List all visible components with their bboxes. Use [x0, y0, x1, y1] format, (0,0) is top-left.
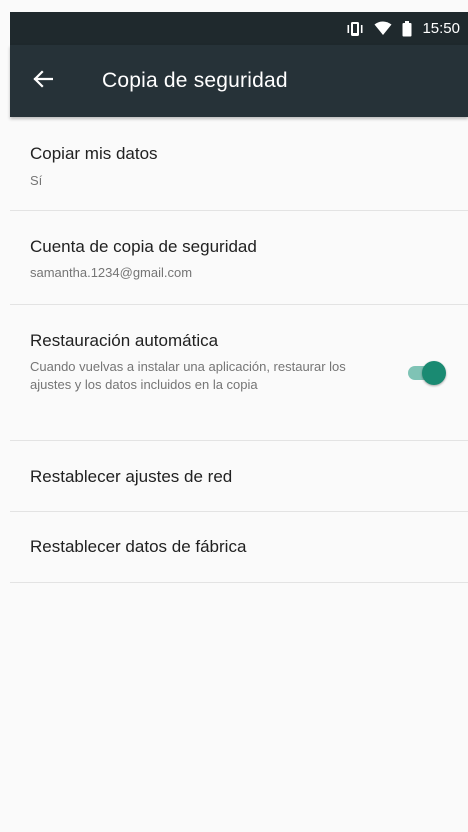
setting-automatic-restore[interactable]: Restauración automática Cuando vuelvas a…: [10, 305, 468, 441]
battery-icon: [402, 20, 412, 37]
setting-title: Restablecer datos de fábrica: [30, 537, 247, 556]
setting-title: Copiar mis datos: [30, 144, 158, 163]
wifi-icon: [374, 21, 392, 36]
status-bar: 15:50: [10, 12, 468, 45]
status-time: 15:50: [422, 20, 460, 37]
back-button[interactable]: [28, 66, 58, 96]
setting-title: Restablecer ajustes de red: [30, 467, 233, 486]
setting-reset-network[interactable]: Restablecer ajustes de red: [10, 441, 468, 512]
screen: 15:50 Copia de seguridad Copiar mis dato…: [0, 0, 468, 832]
status-icons: 15:50: [346, 12, 460, 45]
setting-factory-reset[interactable]: Restablecer datos de fábrica: [10, 512, 468, 583]
setting-summary: Sí: [30, 173, 43, 188]
setting-copy-my-data[interactable]: Copiar mis datos Sí: [10, 117, 468, 211]
vibrate-icon: [346, 21, 364, 37]
page-title: Copia de seguridad: [102, 69, 288, 92]
arrow-back-icon: [33, 69, 54, 93]
setting-summary: Cuando vuelvas a instalar una aplicación…: [30, 359, 346, 392]
settings-list: Copiar mis datos Sí Cuenta de copia de s…: [10, 117, 468, 583]
setting-title: Cuenta de copia de seguridad: [30, 237, 257, 256]
setting-summary: samantha.1234@gmail.com: [30, 265, 193, 280]
automatic-restore-toggle[interactable]: [406, 361, 446, 385]
app-bar: Copia de seguridad: [10, 45, 468, 117]
setting-backup-account[interactable]: Cuenta de copia de seguridad samantha.12…: [10, 211, 468, 305]
setting-title: Restauración automática: [30, 331, 219, 350]
toggle-thumb: [422, 361, 446, 385]
